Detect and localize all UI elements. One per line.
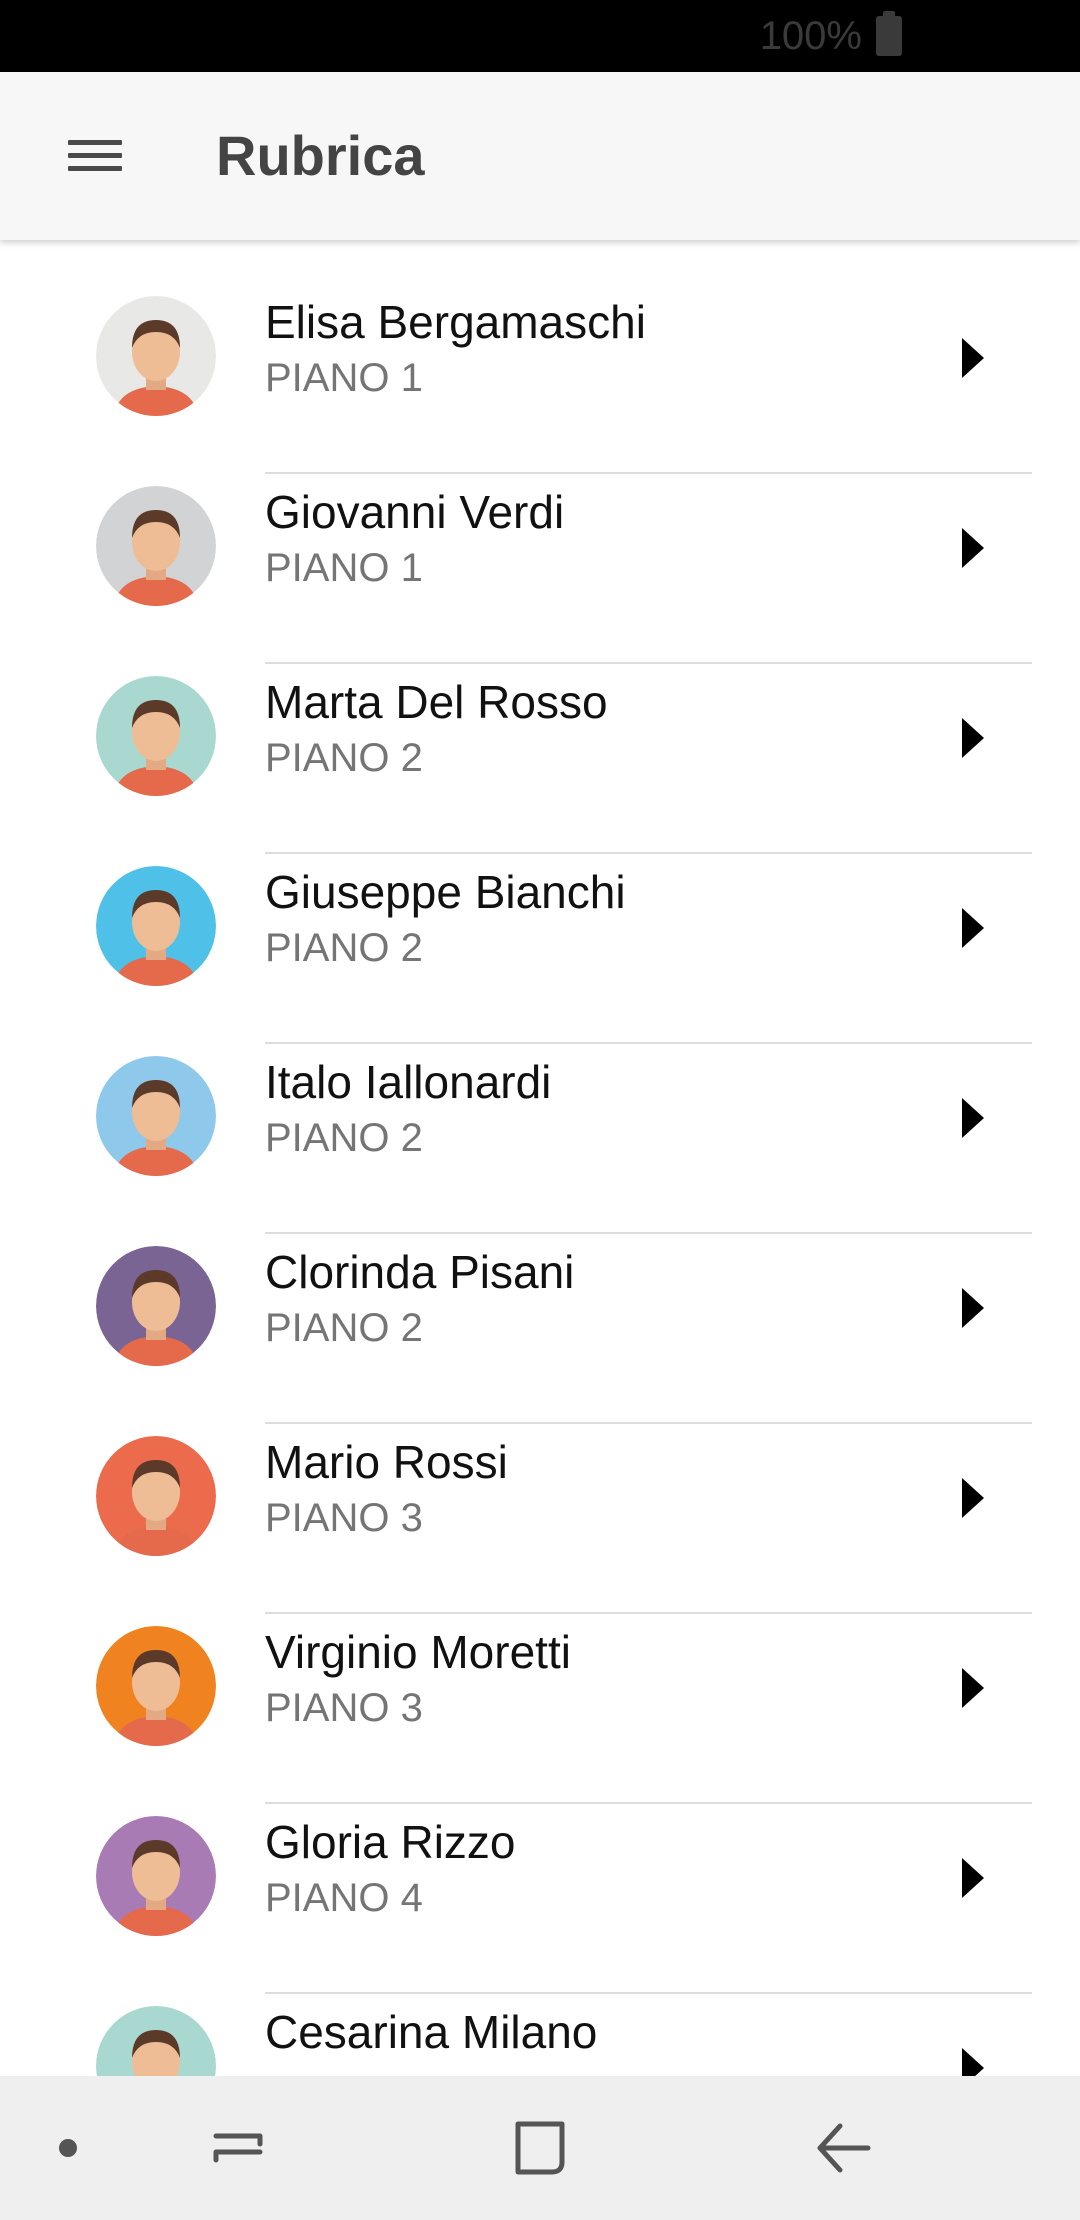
contact-name: Gloria Rizzo xyxy=(265,1816,516,1868)
app-bar: Rubrica xyxy=(0,72,1080,240)
chevron-right-icon[interactable] xyxy=(960,906,986,950)
recents-icon[interactable] xyxy=(188,2098,288,2198)
contact-floor: PIANO 1 xyxy=(265,356,423,400)
contact-row[interactable]: Virginio Moretti PIANO 3 xyxy=(0,1570,1080,1804)
chevron-right-icon[interactable] xyxy=(960,1096,986,1140)
back-icon[interactable] xyxy=(794,2098,894,2198)
contact-row[interactable]: Cesarina Milano xyxy=(0,1950,1080,2076)
chevron-right-icon[interactable] xyxy=(960,2046,986,2076)
avatar xyxy=(96,2006,216,2076)
battery-percentage: 100% xyxy=(759,14,862,58)
contact-row[interactable]: Giuseppe Bianchi PIANO 2 xyxy=(0,810,1080,1044)
chevron-right-icon[interactable] xyxy=(960,1286,986,1330)
avatar xyxy=(96,676,216,796)
contact-floor: PIANO 3 xyxy=(265,1496,423,1540)
contact-row[interactable]: Clorinda Pisani PIANO 2 xyxy=(0,1190,1080,1424)
contact-name: Giuseppe Bianchi xyxy=(265,866,626,918)
battery-icon xyxy=(876,11,902,56)
contact-floor: PIANO 4 xyxy=(265,1876,423,1920)
chevron-right-icon[interactable] xyxy=(960,1666,986,1710)
status-bar: 100% xyxy=(0,0,1080,72)
dot-icon[interactable] xyxy=(18,2098,118,2198)
avatar xyxy=(96,1056,216,1176)
contact-name: Cesarina Milano xyxy=(265,2006,598,2058)
chevron-right-icon[interactable] xyxy=(960,336,986,380)
contact-name: Clorinda Pisani xyxy=(265,1246,575,1298)
chevron-right-icon[interactable] xyxy=(960,526,986,570)
contact-list[interactable]: Elisa Bergamaschi PIANO 1 Giovanni Verdi PI… xyxy=(0,240,1080,2076)
avatar xyxy=(96,1626,216,1746)
contact-floor: PIANO 2 xyxy=(265,1306,423,1350)
contact-row[interactable]: Marta Del Rosso PIANO 2 xyxy=(0,620,1080,854)
avatar xyxy=(96,486,216,606)
contact-floor: PIANO 2 xyxy=(265,926,423,970)
contact-row[interactable]: Giovanni Verdi PIANO 1 xyxy=(0,430,1080,664)
chevron-right-icon[interactable] xyxy=(960,1476,986,1520)
contact-row[interactable]: Mario Rossi PIANO 3 xyxy=(0,1380,1080,1614)
avatar xyxy=(96,296,216,416)
contact-floor: PIANO 2 xyxy=(265,736,423,780)
contact-floor: PIANO 2 xyxy=(265,1116,423,1160)
contact-name: Giovanni Verdi xyxy=(265,486,565,538)
chevron-right-icon[interactable] xyxy=(960,716,986,760)
home-icon[interactable] xyxy=(490,2098,590,2198)
hamburger-menu-icon[interactable] xyxy=(60,134,132,178)
navigation-bar xyxy=(0,2076,1080,2220)
contact-row[interactable]: Italo Iallonardi PIANO 2 xyxy=(0,1000,1080,1234)
chevron-right-icon[interactable] xyxy=(960,1856,986,1900)
contact-name: Italo Iallonardi xyxy=(265,1056,552,1108)
contact-row[interactable]: Elisa Bergamaschi PIANO 1 xyxy=(0,240,1080,474)
contact-name: Virginio Moretti xyxy=(265,1626,571,1678)
avatar xyxy=(96,1436,216,1556)
contact-name: Marta Del Rosso xyxy=(265,676,608,728)
avatar xyxy=(96,866,216,986)
contact-floor: PIANO 1 xyxy=(265,546,423,590)
contact-floor: PIANO 3 xyxy=(265,1686,423,1730)
avatar xyxy=(96,1246,216,1366)
page-title: Rubrica xyxy=(216,124,425,187)
avatar xyxy=(96,1816,216,1936)
contact-row[interactable]: Gloria Rizzo PIANO 4 xyxy=(0,1760,1080,1994)
contact-name: Elisa Bergamaschi xyxy=(265,296,646,348)
contact-name: Mario Rossi xyxy=(265,1436,508,1488)
